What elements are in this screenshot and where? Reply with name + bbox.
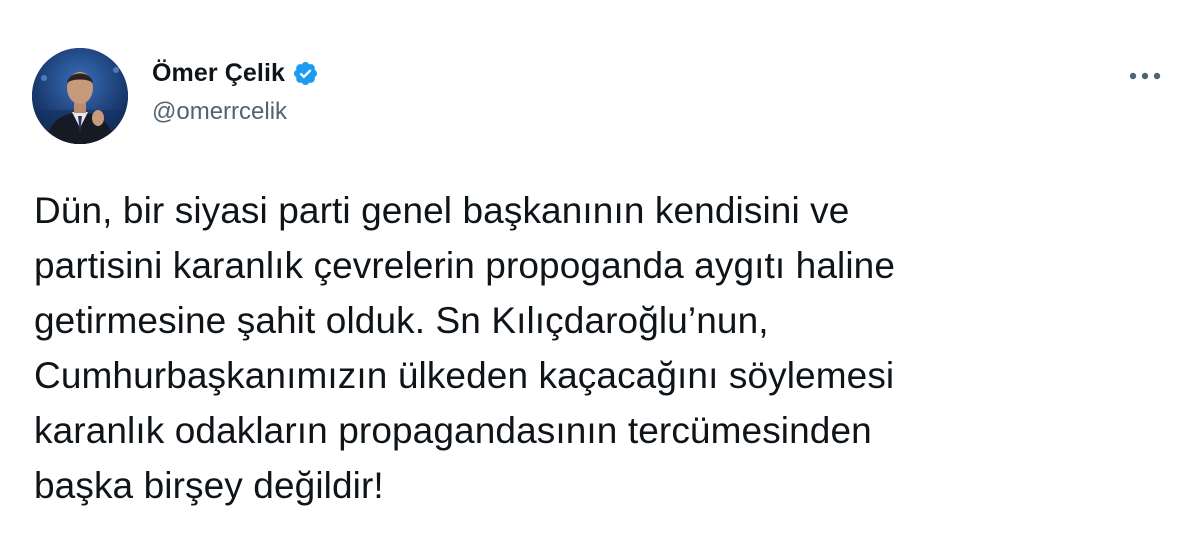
author-avatar[interactable]: [32, 48, 128, 144]
author-display-name[interactable]: Ömer Çelik: [152, 59, 285, 88]
verified-badge-icon: [292, 60, 319, 87]
tweet-card: Ömer Çelik @omerrcelik Dün, bir siyasi p…: [0, 0, 1200, 548]
avatar-photo-icon: [32, 48, 128, 144]
more-options-button[interactable]: [1118, 58, 1172, 94]
author-name-row: Ömer Çelik: [152, 56, 319, 90]
more-options-icon: [1129, 72, 1161, 80]
author-info: Ömer Çelik @omerrcelik: [152, 56, 319, 126]
tweet-text: Dün, bir siyasi parti genel başkanının k…: [34, 190, 896, 506]
author-handle[interactable]: @omerrcelik: [152, 98, 319, 126]
